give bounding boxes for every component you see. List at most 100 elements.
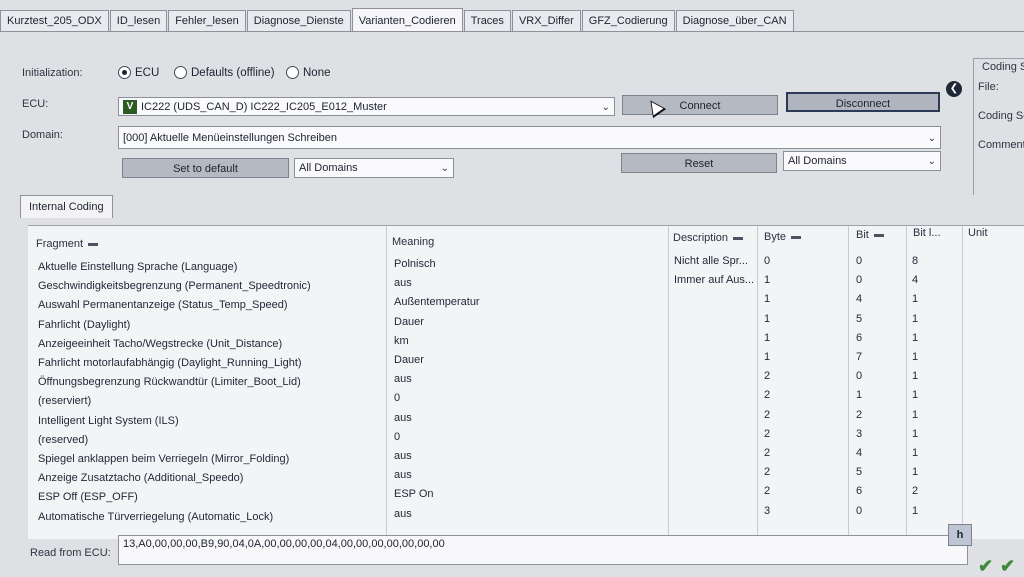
ecu-label: ECU: [22, 98, 49, 110]
set-to-default-button[interactable]: Set to default [122, 158, 289, 178]
domain-filter-left[interactable]: All Domains ⌄ [294, 158, 454, 178]
cell-bit-length: 1 [912, 428, 919, 440]
column-divider [962, 226, 963, 539]
radio-none[interactable]: None [286, 66, 331, 79]
cell-bit: 3 [856, 428, 863, 440]
cell-bit-length: 1 [912, 351, 919, 363]
column-divider [906, 226, 907, 539]
sort-icon [873, 233, 884, 237]
cell-fragment: Automatische Türverriegelung (Automatic_… [38, 511, 274, 523]
column-divider [386, 226, 387, 539]
tab-varianten-codieren[interactable]: Varianten_Codieren [351, 8, 463, 31]
chevron-down-icon: ⌄ [927, 156, 936, 167]
cell-byte: 1 [764, 313, 771, 325]
cell-meaning[interactable]: Polnisch [394, 258, 436, 270]
cell-fragment: (reserviert) [38, 395, 92, 407]
file-label: File: [978, 81, 999, 93]
cell-meaning[interactable]: aus [394, 277, 412, 289]
reset-button[interactable]: Reset [621, 153, 777, 173]
header-unit[interactable]: Unit [968, 227, 988, 239]
cell-bit-length: 1 [912, 447, 919, 459]
cell-bit-length: 8 [912, 255, 919, 267]
cell-meaning[interactable]: aus [394, 412, 412, 424]
tab-divider [0, 31, 1024, 32]
tab-fehler-lesen[interactable]: Fehler_lesen [168, 10, 246, 31]
header-description[interactable]: Description [673, 232, 744, 244]
cell-byte: 3 [764, 505, 771, 517]
header-meaning[interactable]: Meaning [392, 236, 434, 248]
cell-fragment: Öffnungsbegrenzung Rückwandtür (Limiter_… [38, 376, 301, 388]
cell-meaning[interactable]: ESP On [394, 488, 434, 500]
cell-bit-length: 1 [912, 409, 919, 421]
cell-byte: 0 [764, 255, 771, 267]
read-from-ecu-field[interactable]: 13,A0,00,00,00,B9,90,04,0A,00,00,00,00,0… [118, 535, 968, 565]
cell-bit-length: 1 [912, 505, 919, 517]
cell-byte: 2 [764, 485, 771, 497]
tab-diagnose-dienste[interactable]: Diagnose_Dienste [246, 10, 351, 31]
coding-table: Fragment Meaning Description Byte Bit Bi… [28, 225, 1024, 539]
h-button[interactable]: h [948, 524, 972, 546]
cell-byte: 2 [764, 409, 771, 421]
cell-bit: 6 [856, 485, 863, 497]
cell-bit-length: 4 [912, 274, 919, 286]
ecu-select-value: IC222 (UDS_CAN_D) IC222_IC205_E012_Muste… [141, 101, 387, 113]
tab-kurztest-205-odx[interactable]: Kurztest_205_ODX [0, 10, 109, 31]
column-divider [757, 226, 758, 539]
cell-description: Nicht alle Spr... [674, 255, 748, 267]
ecu-select[interactable]: V IC222 (UDS_CAN_D) IC222_IC205_E012_Must… [118, 97, 615, 116]
header-bit[interactable]: Bit [856, 229, 884, 241]
radio-ecu[interactable]: ECU [118, 66, 159, 79]
cell-meaning[interactable]: aus [394, 373, 412, 385]
domain-filter-right-value: All Domains [788, 155, 847, 167]
cell-bit: 4 [856, 293, 863, 305]
cell-fragment: Geschwindigkeitsbegrenzung (Permanent_Sp… [38, 280, 311, 292]
cell-byte: 2 [764, 428, 771, 440]
cell-bit-length: 2 [912, 485, 919, 497]
initialization-label: Initialization: [22, 67, 83, 79]
radio-defaults-offline[interactable]: Defaults (offline) [174, 66, 275, 79]
radio-defaults-indicator [174, 66, 187, 79]
coding-se-label: Coding Se [978, 110, 1024, 122]
cell-byte: 2 [764, 447, 771, 459]
domain-filter-right[interactable]: All Domains ⌄ [783, 151, 941, 171]
chevron-down-icon: ⌄ [440, 163, 449, 174]
cell-meaning[interactable]: aus [394, 508, 412, 520]
column-divider [848, 226, 849, 539]
tab-internal-coding[interactable]: Internal Coding [20, 195, 113, 218]
tab-id-lesen[interactable]: ID_lesen [109, 10, 168, 31]
header-description-label: Description [673, 232, 729, 244]
sort-icon [88, 242, 99, 246]
radio-ecu-indicator [118, 66, 131, 79]
cell-meaning[interactable]: km [394, 335, 409, 347]
tab-vrx-differ[interactable]: VRX_Differ [511, 10, 581, 31]
read-from-ecu-label: Read from ECU: [30, 547, 111, 559]
tab-diagnose-ber-can[interactable]: Diagnose_über_CAN [675, 10, 794, 31]
header-byte[interactable]: Byte [764, 231, 802, 243]
checkmark-icon[interactable]: ✔ [1000, 556, 1015, 577]
cell-byte: 2 [764, 370, 771, 382]
header-bit-length[interactable]: Bit l... [913, 227, 941, 239]
domain-select[interactable]: [000] Aktuelle Menüeinstellungen Schreib… [118, 126, 941, 149]
top-tab-bar: Kurztest_205_ODX ID_lesen Fehler_lesen Diag… [0, 8, 1024, 32]
checkmark-icon[interactable]: ✔ [978, 556, 993, 577]
expand-arrow-icon[interactable]: ❮ [946, 81, 962, 97]
cell-byte: 1 [764, 293, 771, 305]
radio-ecu-label: ECU [135, 66, 160, 79]
radio-none-indicator [286, 66, 299, 79]
cell-bit: 5 [856, 466, 863, 478]
cell-fragment: Anzeigeeinheit Tacho/Wegstrecke (Unit_Di… [38, 338, 283, 350]
tab-gfz-codierung[interactable]: GFZ_Codierung [581, 10, 675, 31]
cell-meaning[interactable]: aus [394, 469, 412, 481]
cell-meaning[interactable]: Dauer [394, 354, 424, 366]
cell-byte: 1 [764, 274, 771, 286]
cell-meaning[interactable]: 0 [394, 431, 400, 443]
tab-traces[interactable]: Traces [463, 10, 511, 31]
cell-meaning[interactable]: Außentemperatur [394, 296, 480, 308]
cell-meaning[interactable]: Dauer [394, 316, 424, 328]
cell-fragment: Spiegel anklappen beim Verriegeln (Mirro… [38, 453, 290, 465]
cell-meaning[interactable]: 0 [394, 392, 400, 404]
cell-meaning[interactable]: aus [394, 450, 412, 462]
header-fragment[interactable]: Fragment [36, 238, 99, 250]
disconnect-button[interactable]: Disconnect [786, 92, 940, 112]
cell-bit-length: 1 [912, 466, 919, 478]
